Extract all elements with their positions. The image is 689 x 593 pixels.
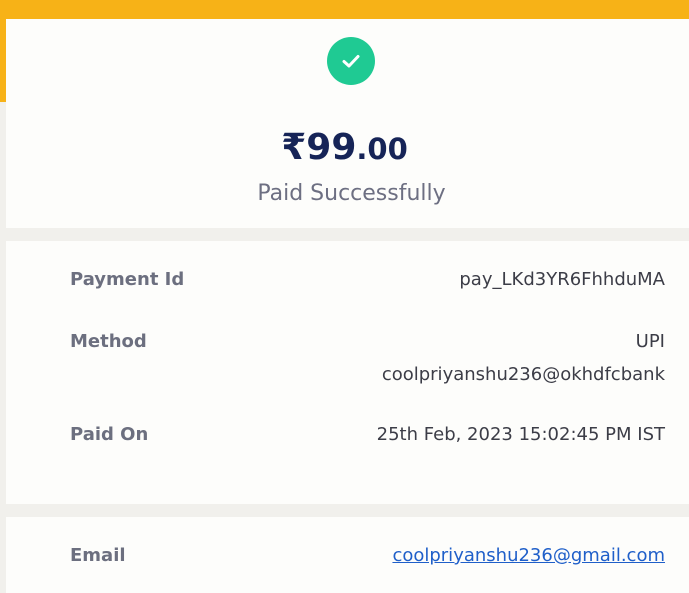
check-icon (327, 37, 375, 85)
email-value: coolpriyanshu236@gmail.com (392, 543, 665, 569)
email-link[interactable]: coolpriyanshu236@gmail.com (392, 545, 665, 566)
paid-on-label: Paid On (70, 424, 149, 445)
payment-id-label: Payment Id (70, 269, 185, 290)
amount-fraction: .00 (356, 132, 408, 166)
method-label: Method (70, 331, 147, 352)
payment-amount: ₹99.00 (0, 126, 689, 176)
payment-id-value: pay_LKd3YR6FhhduMA (459, 269, 665, 290)
payment-status: Paid Successfully (257, 181, 446, 206)
paid-on-value: 25th Feb, 2023 15:02:45 PM IST (376, 424, 665, 445)
method-type-value: UPI (635, 331, 665, 352)
method-vpa-value: coolpriyanshu236@okhdfcbank (381, 364, 665, 385)
amount-whole: 99 (306, 127, 357, 168)
email-label: Email (70, 545, 126, 566)
currency-symbol: ₹ (281, 127, 307, 168)
